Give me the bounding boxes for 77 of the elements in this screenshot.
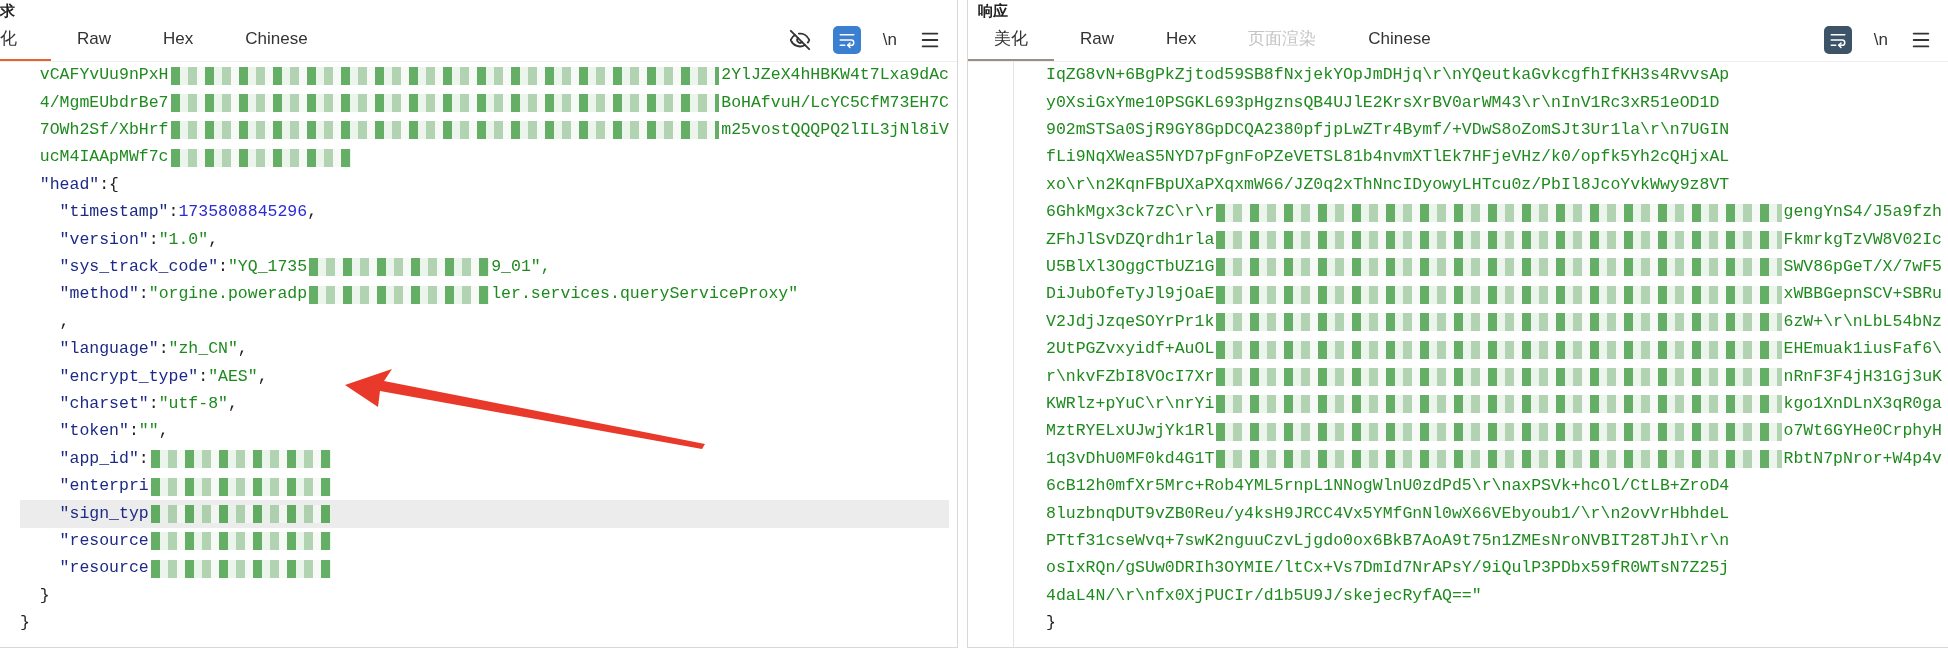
code-line: 8luzbnqDUT9vZB0Reu/y4ksH9JRCC4Vx5YMfGnNl0wX66VEbyoub1/\r\n2ovVrHbhdeL bbox=[1046, 502, 1730, 525]
code-text: "enterpri bbox=[58, 475, 149, 498]
code-line: osIxRQn/gSUw0DRIh3OYMIE/ltCx+Vs7DmId7NrAPsY/9iQulP3PDbx59fR0WTsN7Z25j bbox=[1046, 557, 1730, 580]
code-line: "language":"zh_CN", bbox=[58, 338, 248, 361]
code-line: PTtf31cseWvq+7swK2nguuCzvLjgdo0ox6BkB7AoA9t75n1ZMEsNroNVBIT28TJhI\r\n bbox=[1046, 529, 1730, 552]
tab[interactable]: Chinese bbox=[219, 18, 334, 61]
code-line: } bbox=[38, 584, 50, 607]
code-text: RbtN7pNror+W4p4v bbox=[1783, 447, 1942, 470]
tab[interactable]: 美化 bbox=[968, 18, 1054, 61]
code-text: "sys_track_code" bbox=[58, 256, 219, 279]
code-text: 9_01", bbox=[491, 256, 551, 279]
code-text: ucM4IAApMWf7c bbox=[38, 146, 169, 169]
code-text: "sign_typ bbox=[58, 502, 149, 525]
code-line: 4daL4N/\r\nfx0XjPUCIr/d1b5U9J/skejecRyfAQ==" bbox=[1046, 584, 1482, 607]
code-text: SWV86pGeT/X/7wF5 bbox=[1783, 256, 1942, 279]
code-text: 7OWh2Sf/XbHrf bbox=[38, 119, 169, 142]
code-text: r\nkvFZbI8VOcI7Xr bbox=[1046, 365, 1215, 388]
code-text: DiJubOfeTyJl9jOaE bbox=[1046, 283, 1215, 306]
code-text: : bbox=[138, 447, 149, 470]
code-text: BoHAfvuH/LcYC5CfM73EH7C bbox=[721, 91, 949, 114]
code-line: } bbox=[1046, 612, 1056, 635]
code-text: ZFhJlSvDZQrdh1rla bbox=[1046, 228, 1215, 251]
tab[interactable]: 化 bbox=[0, 18, 51, 61]
code-text: EHEmuak1iusFaf6\ bbox=[1783, 338, 1942, 361]
code-line: "timestamp":1735808845296, bbox=[58, 201, 318, 224]
code-line: 902mSTSa0SjR9GY8GpDCQA2380pfjpLwZTr4Bymf/+VDwS8oZomSJt3Ur1la\r\n7UGIN bbox=[1046, 119, 1730, 142]
code-line: 6cB12h0mfXr5Mrc+Rob4YML5rnpL1NNogWlnU0zdPd5\r\naxPSVk+hcOl/CtLB+ZroD4 bbox=[1046, 475, 1730, 498]
newline-toggle[interactable]: \n bbox=[882, 26, 897, 53]
code-text: 1q3vDhU0MF0kd4G1T bbox=[1046, 447, 1215, 470]
code-line: "token":"", bbox=[58, 420, 169, 443]
visibility-off-icon[interactable] bbox=[788, 28, 811, 51]
code-text: vCAFYvUu9nPxH bbox=[38, 64, 169, 87]
code-text: 2YlJZeX4hHBKW4t7Lxa9dAc bbox=[721, 64, 949, 87]
code-text: ler.services.queryServiceProxy" bbox=[491, 283, 799, 306]
code-text: 6zW+\r\nLbL54bNz bbox=[1783, 310, 1942, 333]
tab[interactable]: Raw bbox=[51, 18, 137, 61]
tab[interactable]: Chinese bbox=[1342, 18, 1457, 61]
code-line: IqZG8vN+6BgPkZjtod59SB8fNxjekYOpJmDHjq\r\nYQeutkaGvkcgfhIfKH3s4RvvsAp bbox=[1046, 64, 1730, 87]
tab[interactable]: Raw bbox=[1054, 18, 1140, 61]
newline-toggle[interactable]: \n bbox=[1873, 26, 1888, 53]
code-line: "version":"1.0", bbox=[58, 228, 219, 251]
code-line: "head":{ bbox=[38, 173, 120, 196]
code-text: U5BlXl3OggCTbUZ1G bbox=[1046, 256, 1215, 279]
code-text: kgo1XnDLnX3qR0ga bbox=[1783, 393, 1942, 415]
code-text: "resource bbox=[58, 529, 149, 552]
code-line: xo\r\n2KqnFBpUXaPXqxmW66/JZ0q2xThNncIDyowyLHTcu0z/PbIl8JcoYvkWwy9z8VT bbox=[1046, 173, 1730, 196]
code-text: FkmrkgTzVW8V02Ic bbox=[1783, 228, 1942, 251]
panel-title: 求 bbox=[0, 3, 15, 18]
code-text: MztRYELxUJwjYk1Rl bbox=[1046, 420, 1215, 443]
code-text: 6GhkMgx3ck7zC\r\r bbox=[1046, 201, 1215, 224]
code-text: : bbox=[218, 256, 228, 279]
code-text: "resource bbox=[58, 557, 149, 580]
code-text: "app_id" bbox=[58, 447, 139, 470]
code-text: xWBBGepnSCV+SBRu bbox=[1783, 283, 1942, 306]
code-text: "orgine.poweradp bbox=[148, 283, 308, 306]
code-text: V2JdjJzqeSOYrPr1k bbox=[1046, 310, 1215, 333]
code-text: : bbox=[138, 283, 149, 306]
panel-title: 响应 bbox=[977, 3, 1008, 18]
code-text: 4/MgmEUbdrBe7 bbox=[38, 91, 169, 114]
code-text: "method" bbox=[58, 283, 139, 306]
code-text: nRnF3F4jH31Gj3uK bbox=[1783, 365, 1942, 388]
wrap-toggle[interactable] bbox=[1823, 25, 1852, 54]
code-text: o7Wt6GYHe0CrphyH bbox=[1783, 420, 1942, 443]
code-line: "encrypt_type":"AES", bbox=[58, 365, 268, 388]
code-line: } bbox=[20, 612, 30, 635]
code-line: fLi9NqXWeaS5NYD7pFgnFoPZeVETSL81b4nvmXTlEk7HFjeVHz/k0/opfk5Yh2cQHjxAL bbox=[1046, 146, 1730, 169]
code-text: KWRlz+pYuC\r\nrYi bbox=[1046, 393, 1215, 415]
code-text: m25vostQQQPQ2lIL3jNl8iV bbox=[721, 119, 949, 142]
code-line: "charset":"utf-8", bbox=[58, 393, 238, 415]
code-line: , bbox=[58, 310, 70, 333]
tab[interactable]: Hex bbox=[1140, 18, 1223, 61]
code-text: 2UtPGZvxyidf+AuOL bbox=[1046, 338, 1215, 361]
wrap-toggle[interactable] bbox=[832, 25, 861, 54]
code-text: "YQ_1735 bbox=[227, 256, 308, 279]
tab[interactable]: Hex bbox=[137, 18, 220, 61]
code-text: gengYnS4/J5a9fzh bbox=[1783, 201, 1942, 224]
code-line: y0XsiGxYme10PSGKL693pHgznsQB4UJlE2KrsXrBV0arWM43\r\nInV1Rc3xR51eOD1D bbox=[1046, 91, 1720, 114]
